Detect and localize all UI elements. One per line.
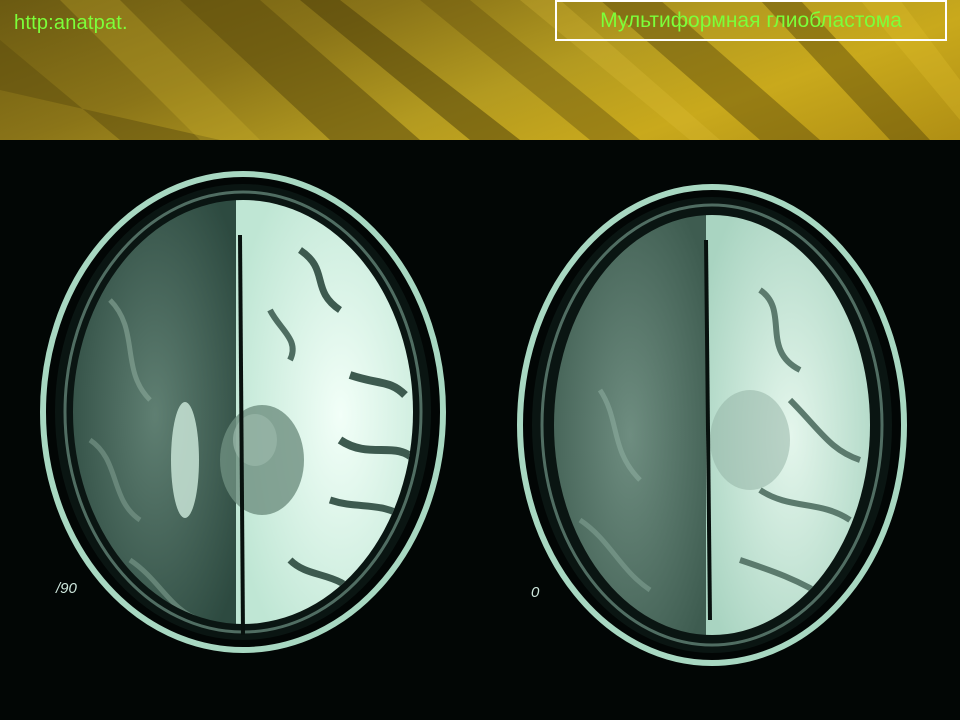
mri-scans-image bbox=[40, 171, 907, 666]
left-mri-slice bbox=[40, 171, 446, 653]
site-link[interactable]: http:anatpat. bbox=[14, 12, 128, 35]
left-slice-label: /90 bbox=[56, 580, 77, 597]
right-mri-slice bbox=[517, 184, 907, 666]
right-slice-label: 0 bbox=[531, 584, 540, 601]
header-banner: http:anatpat. Мультиформная глиобластома bbox=[0, 0, 960, 140]
title-box: Мультиформная глиобластома bbox=[555, 0, 947, 41]
slide-title: Мультиформная глиобластома bbox=[600, 8, 902, 32]
mri-panel: /90 0 bbox=[0, 140, 960, 720]
